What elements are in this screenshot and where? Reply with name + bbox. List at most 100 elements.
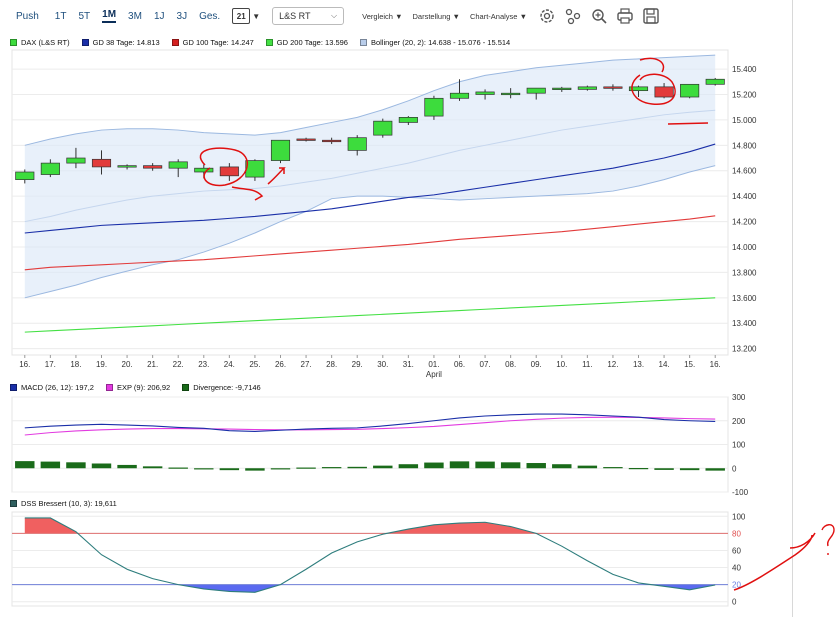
x-tick-label: 30. — [377, 360, 388, 369]
y-tick-label: 40 — [732, 564, 741, 573]
y-tick-label: 13.400 — [732, 319, 757, 328]
x-tick-label: 27. — [301, 360, 312, 369]
candle-body — [16, 172, 34, 180]
x-tick-label: 01. — [428, 360, 439, 369]
candle-body — [92, 159, 110, 167]
candle-body — [348, 138, 366, 151]
x-tick-label: 22. — [173, 360, 184, 369]
divergence-bar — [501, 462, 520, 468]
divergence-bar — [680, 468, 699, 470]
x-tick-label: 31. — [403, 360, 414, 369]
divergence-bar — [373, 466, 392, 469]
divergence-bar — [117, 465, 136, 468]
x-tick-label: 20. — [122, 360, 133, 369]
candle-body — [450, 93, 468, 98]
divergence-bar — [705, 468, 724, 470]
y-tick-label: 13.200 — [732, 345, 757, 354]
x-tick-label: 06. — [454, 360, 465, 369]
y-tick-label: 14.800 — [732, 141, 757, 150]
annotation-line — [668, 123, 708, 124]
annotation-arrow — [734, 533, 815, 590]
divergence-bar — [245, 468, 264, 470]
y-tick-label: 15.200 — [732, 90, 757, 99]
y-tick-label: 14.200 — [732, 218, 757, 227]
divergence-bar — [168, 468, 187, 469]
y-tick-label: 13.600 — [732, 294, 757, 303]
candle-body — [220, 167, 238, 176]
candle-body — [527, 88, 545, 93]
divergence-bar — [450, 461, 469, 468]
y-tick-label: 14.000 — [732, 243, 757, 252]
x-tick-label: 11. — [582, 360, 593, 369]
divergence-bar — [475, 462, 494, 469]
y-tick-label: 200 — [732, 417, 746, 426]
y-tick-label: 13.800 — [732, 268, 757, 277]
x-tick-label: 16. — [19, 360, 30, 369]
candle-body — [246, 161, 264, 178]
divergence-bar — [66, 462, 85, 468]
divergence-bar — [15, 461, 34, 468]
x-tick-label: 08. — [505, 360, 516, 369]
candle-body — [680, 84, 698, 97]
y-tick-label: -100 — [732, 488, 749, 497]
y-tick-label: 300 — [732, 393, 746, 402]
y-tick-label: 15.400 — [732, 65, 757, 74]
divergence-bar — [194, 468, 213, 469]
divergence-bar — [424, 463, 443, 469]
divergence-bar — [654, 468, 673, 470]
y-tick-label: 60 — [732, 546, 741, 555]
candle-body — [706, 79, 724, 84]
x-tick-label: 09. — [531, 360, 542, 369]
divergence-bar — [41, 462, 60, 469]
divergence-bar — [399, 464, 418, 468]
x-tick-label: 28. — [326, 360, 337, 369]
divergence-bar — [143, 466, 162, 468]
chart-canvas[interactable]: 13.20013.40013.60013.80014.00014.20014.4… — [0, 0, 838, 617]
candle-body — [399, 117, 417, 122]
x-tick-label: 12. — [607, 360, 618, 369]
x-axis-sublabel: April — [426, 370, 442, 379]
x-tick-label: 15. — [684, 360, 695, 369]
divergence-bar — [526, 463, 545, 468]
candle-body — [425, 98, 443, 116]
candle-body — [578, 87, 596, 90]
candle-body — [476, 92, 494, 95]
divergence-bar — [552, 464, 571, 468]
candle-body — [41, 163, 59, 174]
divergence-bar — [220, 468, 239, 470]
x-tick-label: 17. — [45, 360, 56, 369]
divergence-bar — [296, 468, 315, 469]
dss-panel — [12, 512, 728, 606]
divergence-bar — [92, 464, 111, 469]
divergence-bar — [578, 466, 597, 469]
candle-body — [604, 87, 622, 89]
y-tick-label: 0 — [732, 464, 737, 473]
x-tick-label: 21. — [147, 360, 158, 369]
y-tick-label: 0 — [732, 598, 737, 607]
candle-body — [118, 166, 136, 168]
y-tick-label: 100 — [732, 441, 746, 450]
x-tick-label: 16. — [710, 360, 721, 369]
candle-body — [553, 88, 571, 90]
candle-body — [143, 166, 161, 169]
x-tick-label: 07. — [480, 360, 491, 369]
divergence-bar — [603, 467, 622, 468]
candle-body — [169, 162, 187, 168]
x-tick-label: 25. — [249, 360, 260, 369]
candle-body — [67, 158, 85, 163]
candle-body — [322, 140, 340, 142]
x-tick-label: 13. — [633, 360, 644, 369]
y-tick-label: 100 — [732, 512, 746, 521]
y-tick-label: 15.000 — [732, 116, 757, 125]
divergence-bar — [629, 468, 648, 469]
x-tick-label: 23. — [198, 360, 209, 369]
candle-body — [374, 121, 392, 135]
candle-body — [297, 139, 315, 141]
x-tick-label: 24. — [224, 360, 235, 369]
divergence-bar — [271, 468, 290, 469]
x-tick-label: 19. — [96, 360, 107, 369]
divergence-bar — [347, 467, 366, 468]
candle-body — [501, 93, 519, 95]
candle-body — [195, 168, 213, 172]
x-tick-label: 29. — [352, 360, 363, 369]
